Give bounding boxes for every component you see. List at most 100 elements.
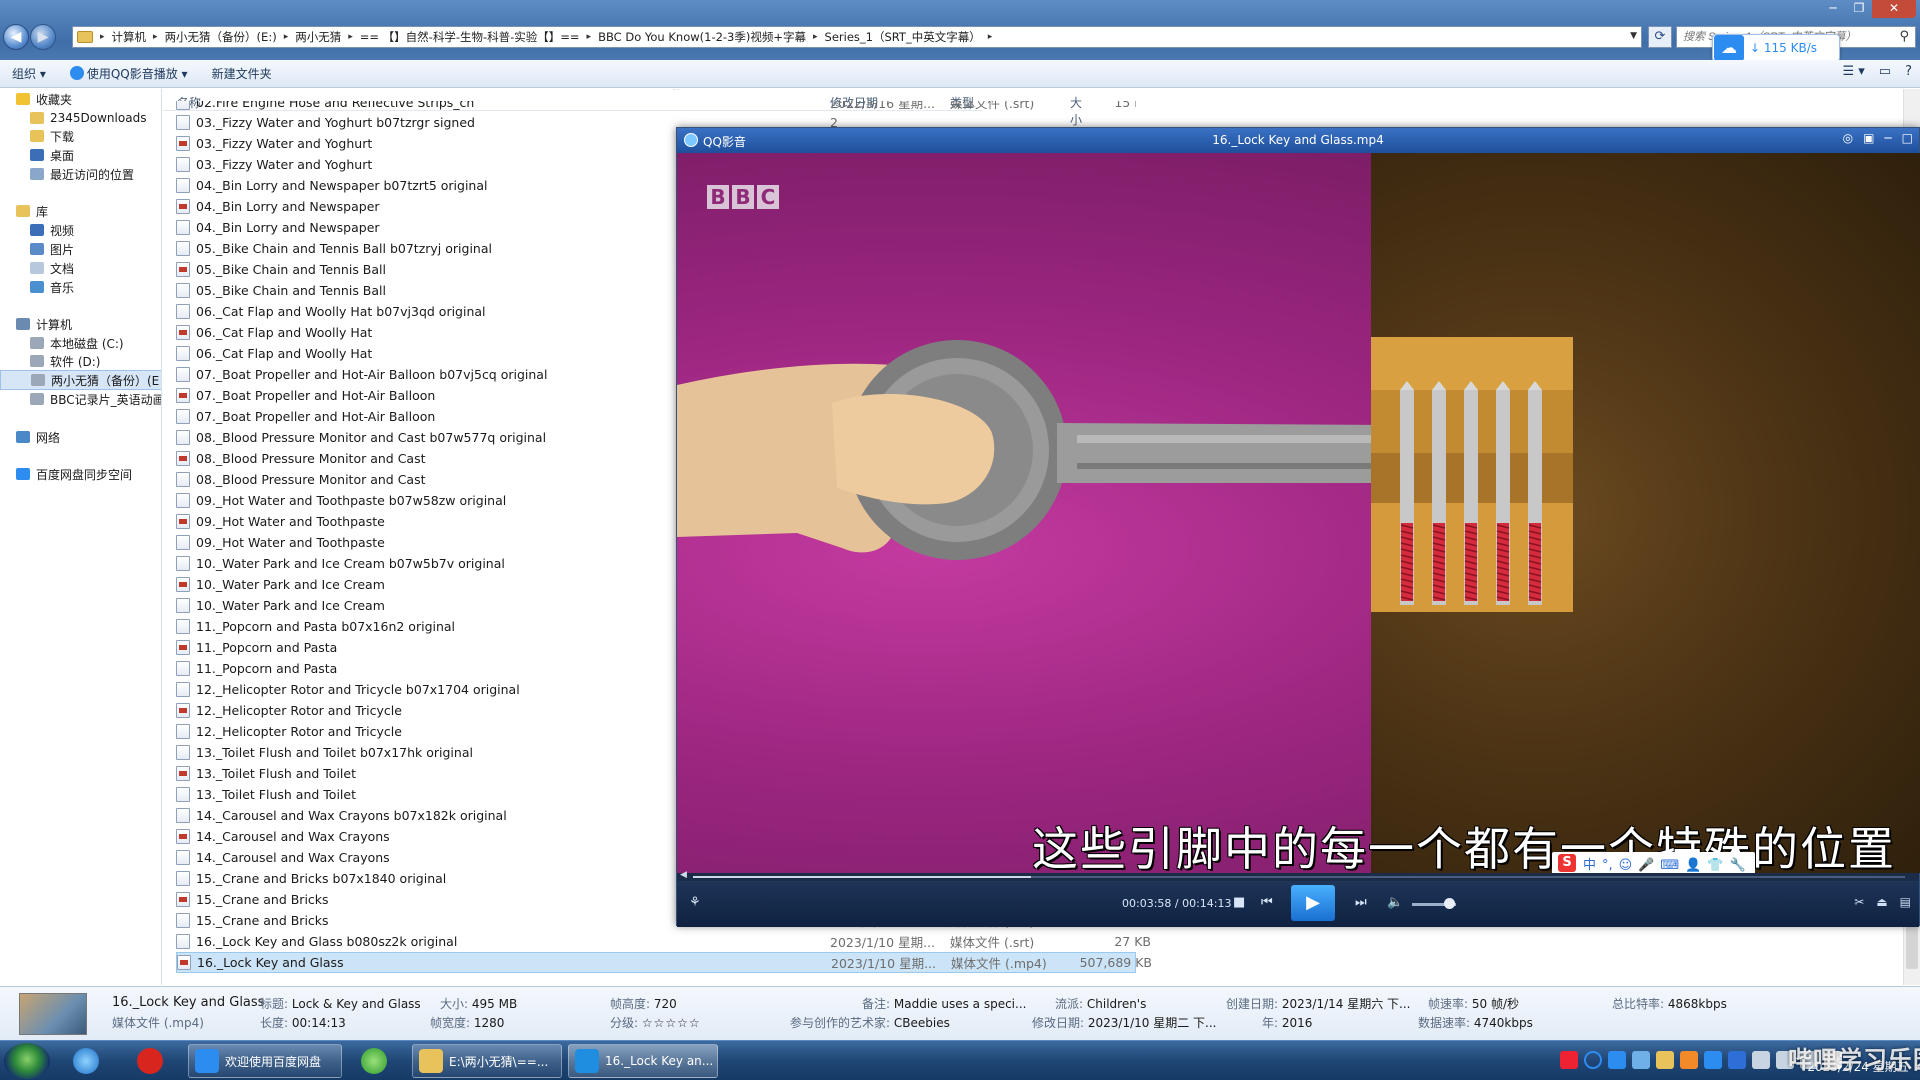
ime-item[interactable]: ☺	[1619, 858, 1633, 873]
nav-item-5[interactable]: 库	[0, 201, 161, 221]
refresh-button[interactable]: ⟳	[1648, 26, 1672, 48]
file-name: 09._Hot Water and Toothpaste	[196, 535, 385, 550]
help-icon[interactable]: ?	[1905, 64, 1912, 79]
chevron-right-icon: ▸	[586, 32, 592, 42]
ime-item[interactable]: °,	[1602, 858, 1613, 873]
ime-item[interactable]: 中	[1583, 858, 1596, 873]
breadcrumb-drive-e[interactable]: 两小无猜（备份）(E:)	[161, 29, 281, 45]
back-button[interactable]: ◀	[3, 24, 29, 50]
tools-icon[interactable]: ✂	[1854, 895, 1864, 909]
nav-item-0[interactable]: 收藏夹	[0, 89, 161, 109]
nav-item-8[interactable]: 文档	[0, 258, 161, 278]
ime-item[interactable]: 🔧	[1730, 858, 1746, 873]
nav-item-15[interactable]: 网络	[0, 427, 161, 447]
seek-back-icon[interactable]: ◀	[680, 870, 687, 880]
new-folder-button[interactable]: 新建文件夹	[200, 65, 284, 82]
nav-item-label: 库	[36, 204, 49, 219]
taskbar-task[interactable]: E:\两小无猜\==...	[412, 1044, 562, 1078]
forward-button[interactable]: ▶	[30, 24, 56, 50]
breadcrumb-folder[interactable]: 两小无猜	[291, 29, 345, 45]
file-row[interactable]: 16._Lock Key and Glass b080sz2k original…	[176, 931, 1151, 952]
video-area[interactable]: BBC 这些引脚中的每一个都有一个特殊的位置 S 中 °, ☺ 🎤 ⌨ 👤 👕 …	[677, 153, 1920, 873]
baidu-speed-badge[interactable]: ☁ ↓ 115 KB/s	[1712, 34, 1840, 62]
nav-item-6[interactable]: 视频	[0, 220, 161, 240]
file-name: 07._Boat Propeller and Hot-Air Balloon b…	[196, 367, 548, 382]
nav-item-4[interactable]: 最近访问的位置	[0, 164, 161, 184]
srt-file-icon	[176, 472, 190, 487]
tray-icon[interactable]	[1560, 1051, 1578, 1069]
nav-item-label: 计算机	[36, 317, 73, 332]
media-file-icon	[177, 955, 191, 970]
eject-icon[interactable]: ⏏	[1876, 895, 1887, 909]
view-menu-icon[interactable]: ☰ ▾	[1842, 64, 1864, 79]
nav-item-12[interactable]: 软件 (D:)	[0, 351, 161, 371]
taskbar-task[interactable]: 16._Lock Key an...	[568, 1044, 718, 1078]
tray-icon[interactable]	[1632, 1051, 1650, 1069]
search-icon[interactable]: ⚲	[1899, 29, 1909, 44]
tray-icon[interactable]	[1656, 1051, 1674, 1069]
tray-icon[interactable]	[1752, 1051, 1770, 1069]
ime-item[interactable]: 🎤	[1638, 858, 1654, 873]
nav-item-icon	[30, 262, 44, 274]
breadcrumb-series1[interactable]: Series_1（SRT_中英文字幕）	[821, 29, 985, 45]
tray-icon[interactable]	[1728, 1051, 1746, 1069]
volume-knob[interactable]	[1444, 898, 1456, 909]
nav-item-3[interactable]: 桌面	[0, 145, 161, 165]
player-mini-icon[interactable]: ▣	[1863, 131, 1874, 145]
nav-item-1[interactable]: 2345Downloads	[0, 108, 161, 128]
taskbar-netease[interactable]	[124, 1044, 176, 1078]
nav-item-label: 两小无猜（备份）(E	[51, 373, 160, 388]
taskbar-task[interactable]: 欢迎使用百度网盘	[188, 1044, 342, 1078]
seek-bar[interactable]: ◀	[677, 870, 1919, 881]
player-maximize-button[interactable]: □	[1902, 131, 1913, 145]
sort-arrow-icon: ^	[673, 89, 680, 95]
maximize-button[interactable]: ❐	[1846, 0, 1872, 18]
nav-item-14[interactable]: BBC记录片_英语动画	[0, 389, 161, 409]
player-menu-icon[interactable]: ◎	[1843, 131, 1853, 145]
playlist-toggle-icon[interactable]: ▤	[1900, 895, 1911, 909]
play-button[interactable]: ▶	[1291, 885, 1335, 921]
player-minimize-button[interactable]: ─	[1884, 131, 1891, 145]
stop-button[interactable]: ■	[1233, 895, 1245, 910]
tray-icon[interactable]	[1704, 1051, 1722, 1069]
address-bar[interactable]: ▸ 计算机 ▸ 两小无猜（备份）(E:) ▸ 两小无猜 ▸ == 【】自然-科学…	[72, 26, 1642, 48]
srt-file-icon	[176, 535, 190, 550]
tray-icon[interactable]	[1584, 1051, 1602, 1069]
nav-item-16[interactable]: 百度网盘同步空间	[0, 464, 161, 484]
nav-item-icon	[30, 130, 44, 142]
preview-pane-icon[interactable]: ▭	[1879, 64, 1891, 79]
detail-field: 创建日期: 2023/1/14 星期六 下...	[1226, 997, 1411, 1011]
start-button[interactable]	[4, 1043, 50, 1079]
breadcrumb-science[interactable]: == 【】自然-科学-生物-科普-实验【】==	[356, 29, 584, 45]
nav-item-9[interactable]: 音乐	[0, 277, 161, 297]
file-name: 03._Fizzy Water and Yoghurt	[196, 136, 373, 151]
minimize-button[interactable]: ─	[1820, 0, 1846, 18]
next-button[interactable]: ⏭	[1355, 895, 1367, 910]
nav-item-7[interactable]: 图片	[0, 239, 161, 259]
nav-item-10[interactable]: 计算机	[0, 314, 161, 334]
tray-icon[interactable]	[1608, 1051, 1626, 1069]
file-name: 07._Boat Propeller and Hot-Air Balloon	[196, 409, 436, 424]
organize-button[interactable]: 组织 ▾	[0, 65, 58, 82]
taskbar-360[interactable]	[348, 1044, 400, 1078]
close-button[interactable]: ✕	[1872, 0, 1916, 18]
address-dropdown-icon[interactable]: ▼	[1630, 31, 1637, 41]
tray-icon[interactable]	[1680, 1051, 1698, 1069]
previous-button[interactable]: ⏮	[1261, 895, 1273, 910]
ime-item[interactable]: 👕	[1707, 858, 1723, 873]
file-row[interactable]: 16._Lock Key and Glass 2023/1/10 星期... 媒体文…	[176, 952, 1152, 973]
nav-item-13[interactable]: 两小无猜（备份）(E	[0, 370, 161, 390]
volume-icon[interactable]: 🔈	[1387, 895, 1403, 910]
ime-item[interactable]: ⌨	[1660, 858, 1679, 873]
ime-item[interactable]: 👤	[1685, 858, 1701, 873]
taskbar-ie[interactable]	[60, 1044, 112, 1078]
playlist-icon[interactable]: ⚘	[689, 895, 701, 910]
srt-file-icon	[176, 178, 190, 193]
seek-played	[693, 876, 1032, 878]
nav-item-11[interactable]: 本地磁盘 (C:)	[0, 333, 161, 353]
nav-item-2[interactable]: 下载	[0, 126, 161, 146]
breadcrumb-computer[interactable]: 计算机	[108, 29, 151, 45]
breadcrumb-bbc[interactable]: BBC Do You Know(1-2-3季)视频+字幕	[594, 29, 810, 45]
play-with-qq-button[interactable]: 使用QQ影音播放 ▾	[58, 65, 200, 82]
ime-toolbar[interactable]: S 中 °, ☺ 🎤 ⌨ 👤 👕 🔧	[1552, 852, 1755, 873]
